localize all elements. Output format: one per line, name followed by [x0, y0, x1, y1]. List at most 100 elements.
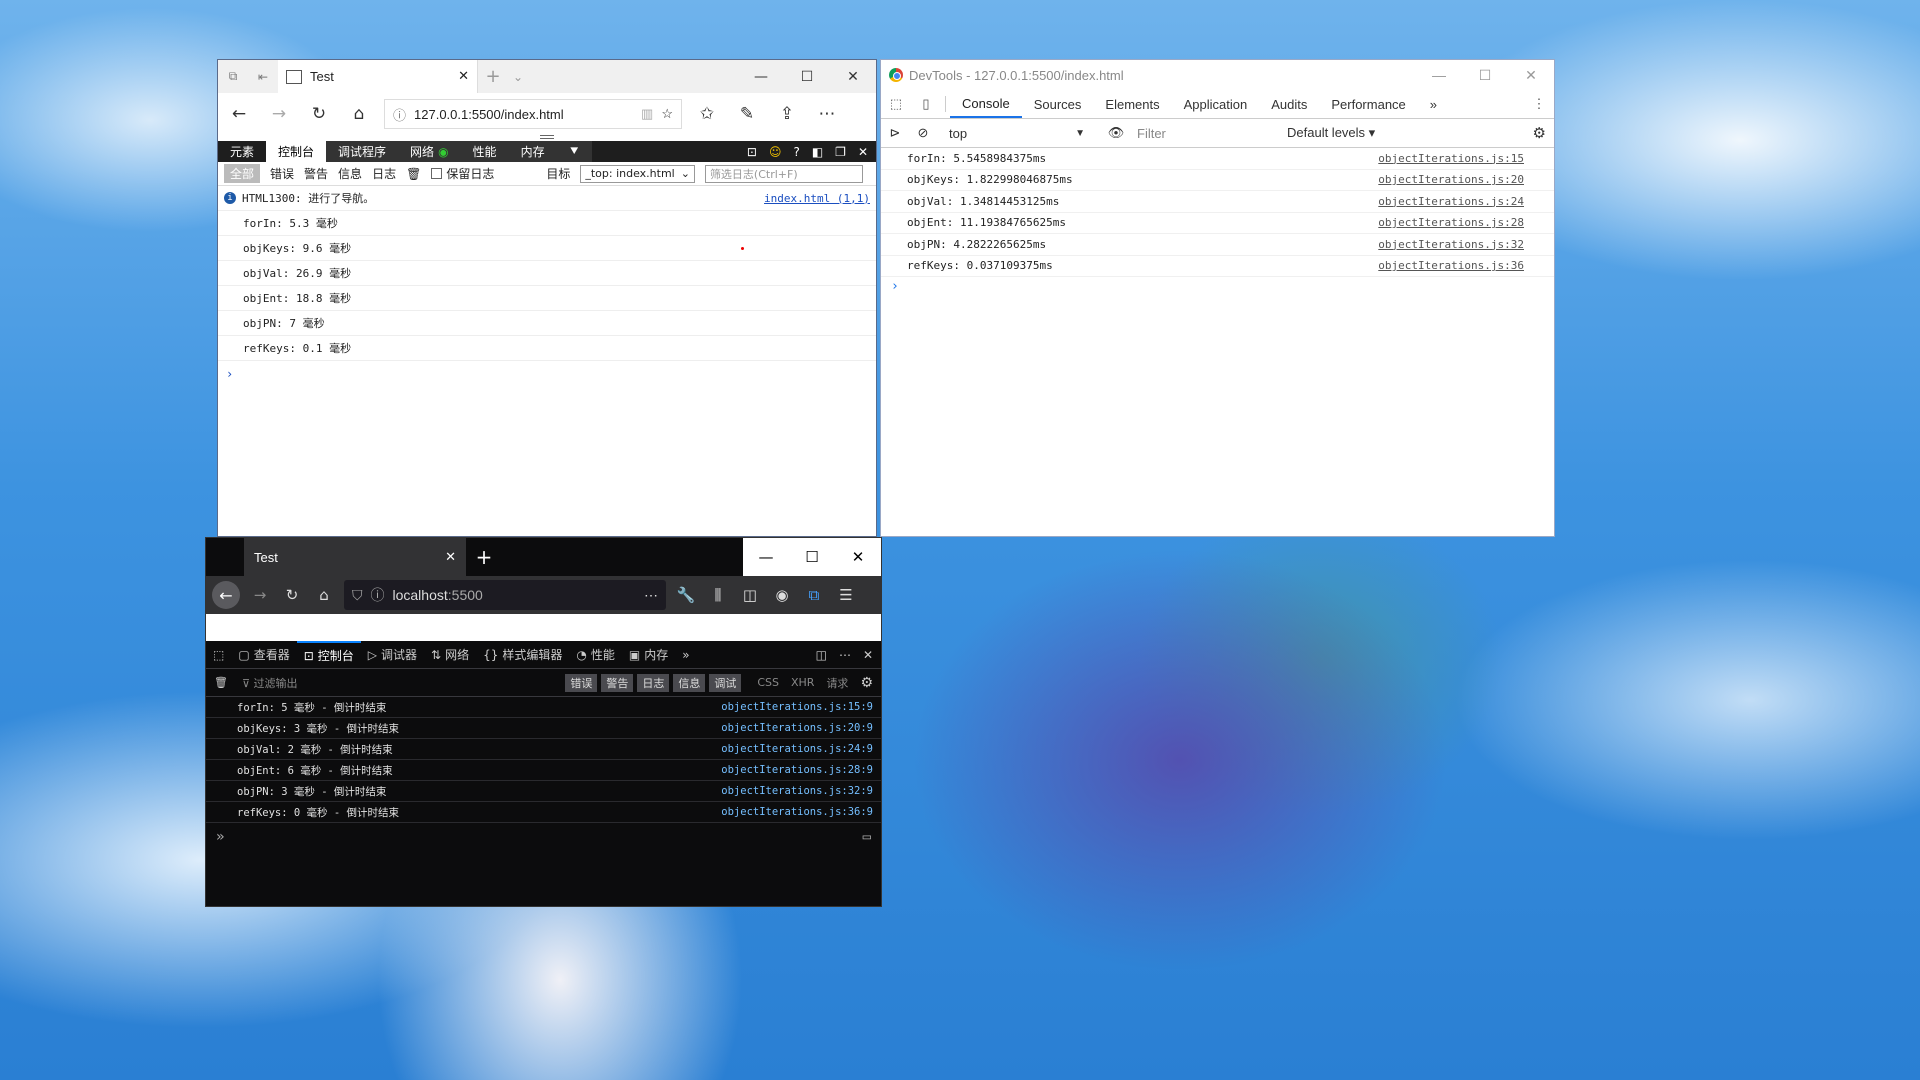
log-source-link[interactable]: objectIterations.js:36	[1378, 259, 1554, 272]
target-select[interactable]: _top: index.html ⌄	[580, 164, 695, 183]
close-icon[interactable]: ✕	[1508, 60, 1554, 90]
log-source-link[interactable]: objectIterations.js:15	[1378, 152, 1554, 165]
tab-performance[interactable]: Performance	[1319, 90, 1417, 118]
tab-console[interactable]: ⊡ 控制台	[296, 640, 361, 669]
log-source-link[interactable]: index.html (1,1)	[764, 192, 876, 205]
tab-performance[interactable]: ◔ 性能	[569, 641, 622, 669]
console-prompt[interactable]: »	[216, 829, 224, 845]
more-tabs-icon[interactable]: »	[675, 641, 696, 669]
filter-requests[interactable]: 请求	[826, 675, 848, 691]
log-source-link[interactable]: objectIterations.js:24:9	[721, 743, 881, 755]
split-console-icon[interactable]: ▭	[863, 829, 871, 845]
refresh-icon[interactable]: ↻	[304, 104, 334, 124]
tab-memory[interactable]: 内存	[508, 141, 557, 162]
log-source-link[interactable]: objectIterations.js:32:9	[721, 785, 881, 797]
tab-elements[interactable]: Elements	[1093, 90, 1171, 118]
console-prompt[interactable]: ›	[881, 277, 1554, 296]
preserve-log-toggle[interactable]: 保留日志	[431, 165, 494, 182]
chip-errors[interactable]: 错误	[565, 673, 598, 692]
help-icon[interactable]: ?	[793, 145, 799, 159]
tab-console[interactable]: 控制台	[266, 141, 327, 162]
log-source-link[interactable]: objectIterations.js:28	[1378, 216, 1554, 229]
device-icon[interactable]: ▯	[911, 90, 941, 118]
close-devtools-icon[interactable]: ✕	[863, 648, 873, 662]
address-bar[interactable]: ⓘ 127.0.0.1:5500/index.html ▥ ☆	[384, 99, 682, 129]
undock-icon[interactable]: ❐	[835, 145, 846, 159]
share-icon[interactable]: ⇪	[772, 104, 802, 124]
sidebar-icon[interactable]: ⊳	[881, 125, 909, 141]
back-icon[interactable]: ←	[224, 104, 254, 124]
tab-sources[interactable]: Sources	[1022, 90, 1094, 118]
home-icon[interactable]: ⌂	[344, 104, 374, 124]
context-select[interactable]: top ▼	[943, 123, 1091, 143]
filter-info[interactable]: 信息	[338, 165, 362, 182]
more-tabs-icon[interactable]: »	[1418, 90, 1449, 118]
new-tab-icon[interactable]: +	[478, 66, 508, 87]
extensions-icon[interactable]: ⧉	[802, 586, 826, 604]
sidebar-icon[interactable]: ◫	[738, 586, 762, 604]
forward-icon[interactable]: →	[248, 586, 272, 604]
pen-icon[interactable]: ✎	[732, 104, 762, 124]
filter-warnings[interactable]: 警告	[304, 165, 328, 182]
tab-elements[interactable]: 元素	[218, 141, 266, 162]
log-source-link[interactable]: objectIterations.js:32	[1378, 238, 1554, 251]
tab-console[interactable]: Console	[950, 90, 1022, 118]
filter-logs[interactable]: 日志	[372, 165, 396, 182]
forward-icon[interactable]: →	[264, 104, 294, 124]
inspect-icon[interactable]: ⬚	[881, 90, 911, 118]
tab-list-chevron-icon[interactable]: ⌄	[508, 70, 528, 84]
log-source-link[interactable]: objectIterations.js:20:9	[721, 722, 881, 734]
tab-application[interactable]: Application	[1172, 90, 1260, 118]
close-tab-icon[interactable]: ✕	[458, 69, 469, 84]
clear-console-icon[interactable]: 🗑	[406, 167, 421, 181]
filter-all[interactable]: 全部	[224, 164, 261, 183]
page-actions-icon[interactable]: ⋯	[644, 587, 658, 604]
firefox-tab[interactable]: Test ✕	[244, 538, 466, 576]
filter-errors[interactable]: 错误	[270, 165, 294, 182]
favorites-icon[interactable]: ✩	[692, 104, 722, 124]
tab-inspector[interactable]: ▢ 查看器	[231, 641, 296, 669]
refresh-icon[interactable]: ↻	[280, 586, 304, 604]
tab-debugger[interactable]: 调试程序	[326, 141, 399, 162]
minimize-icon[interactable]: —	[738, 60, 784, 93]
log-source-link[interactable]: objectIterations.js:28:9	[721, 764, 881, 776]
filter-css[interactable]: CSS	[757, 676, 779, 689]
eye-icon[interactable]: 👁	[1101, 125, 1131, 141]
back-icon[interactable]: ←	[212, 581, 240, 609]
tab-network[interactable]: 网络 ◉	[398, 141, 461, 162]
url-bar[interactable]: ⛉ ⓘ localhost:5500 ⋯	[344, 580, 666, 610]
filter-input[interactable]: Filter	[1131, 126, 1281, 141]
more-icon[interactable]: ⋯	[839, 648, 851, 662]
chip-debug[interactable]: 调试	[709, 673, 742, 692]
minimize-icon[interactable]: —	[743, 538, 789, 576]
log-source-link[interactable]: objectIterations.js:24	[1378, 195, 1554, 208]
tab-style-editor[interactable]: {} 样式编辑器	[476, 641, 569, 669]
log-source-link[interactable]: objectIterations.js:20	[1378, 173, 1554, 186]
log-source-link[interactable]: objectIterations.js:36:9	[721, 806, 881, 818]
chip-logs[interactable]: 日志	[637, 673, 670, 692]
home-icon[interactable]: ⌂	[312, 586, 336, 604]
tab-memory[interactable]: ▣ 内存	[622, 641, 675, 669]
close-icon[interactable]: ✕	[835, 538, 881, 576]
dock-icon[interactable]: ◫	[816, 648, 827, 662]
tab-network[interactable]: ⇅ 网络	[424, 641, 476, 669]
log-filter-input[interactable]: 筛选日志(Ctrl+F)	[704, 164, 863, 183]
edge-tab[interactable]: Test ✕	[278, 60, 478, 93]
more-icon[interactable]: ⋯	[812, 104, 842, 124]
tab-audits[interactable]: Audits	[1259, 90, 1319, 118]
close-tab-icon[interactable]: ✕	[445, 549, 456, 565]
picker-icon[interactable]: ⬚	[206, 641, 231, 669]
favorite-star-icon[interactable]: ☆	[661, 106, 673, 122]
tab-performance[interactable]: 性能	[460, 141, 509, 162]
log-source-link[interactable]: objectIterations.js:15:9	[721, 701, 881, 713]
minimize-icon[interactable]: —	[1416, 60, 1462, 90]
preserve-log-checkbox[interactable]	[431, 168, 443, 179]
hamburger-menu-icon[interactable]: ☰	[834, 586, 858, 604]
wrench-icon[interactable]: 🔧	[674, 586, 698, 604]
chip-info[interactable]: 信息	[673, 673, 706, 692]
settings-icon[interactable]: ⚙	[860, 675, 873, 691]
console-prompt[interactable]: ›	[218, 361, 876, 387]
chip-warnings[interactable]: 警告	[601, 673, 634, 692]
library-icon[interactable]: ⫼	[706, 586, 730, 604]
filter-output-input[interactable]: ⊽ 过滤输出	[242, 675, 561, 691]
